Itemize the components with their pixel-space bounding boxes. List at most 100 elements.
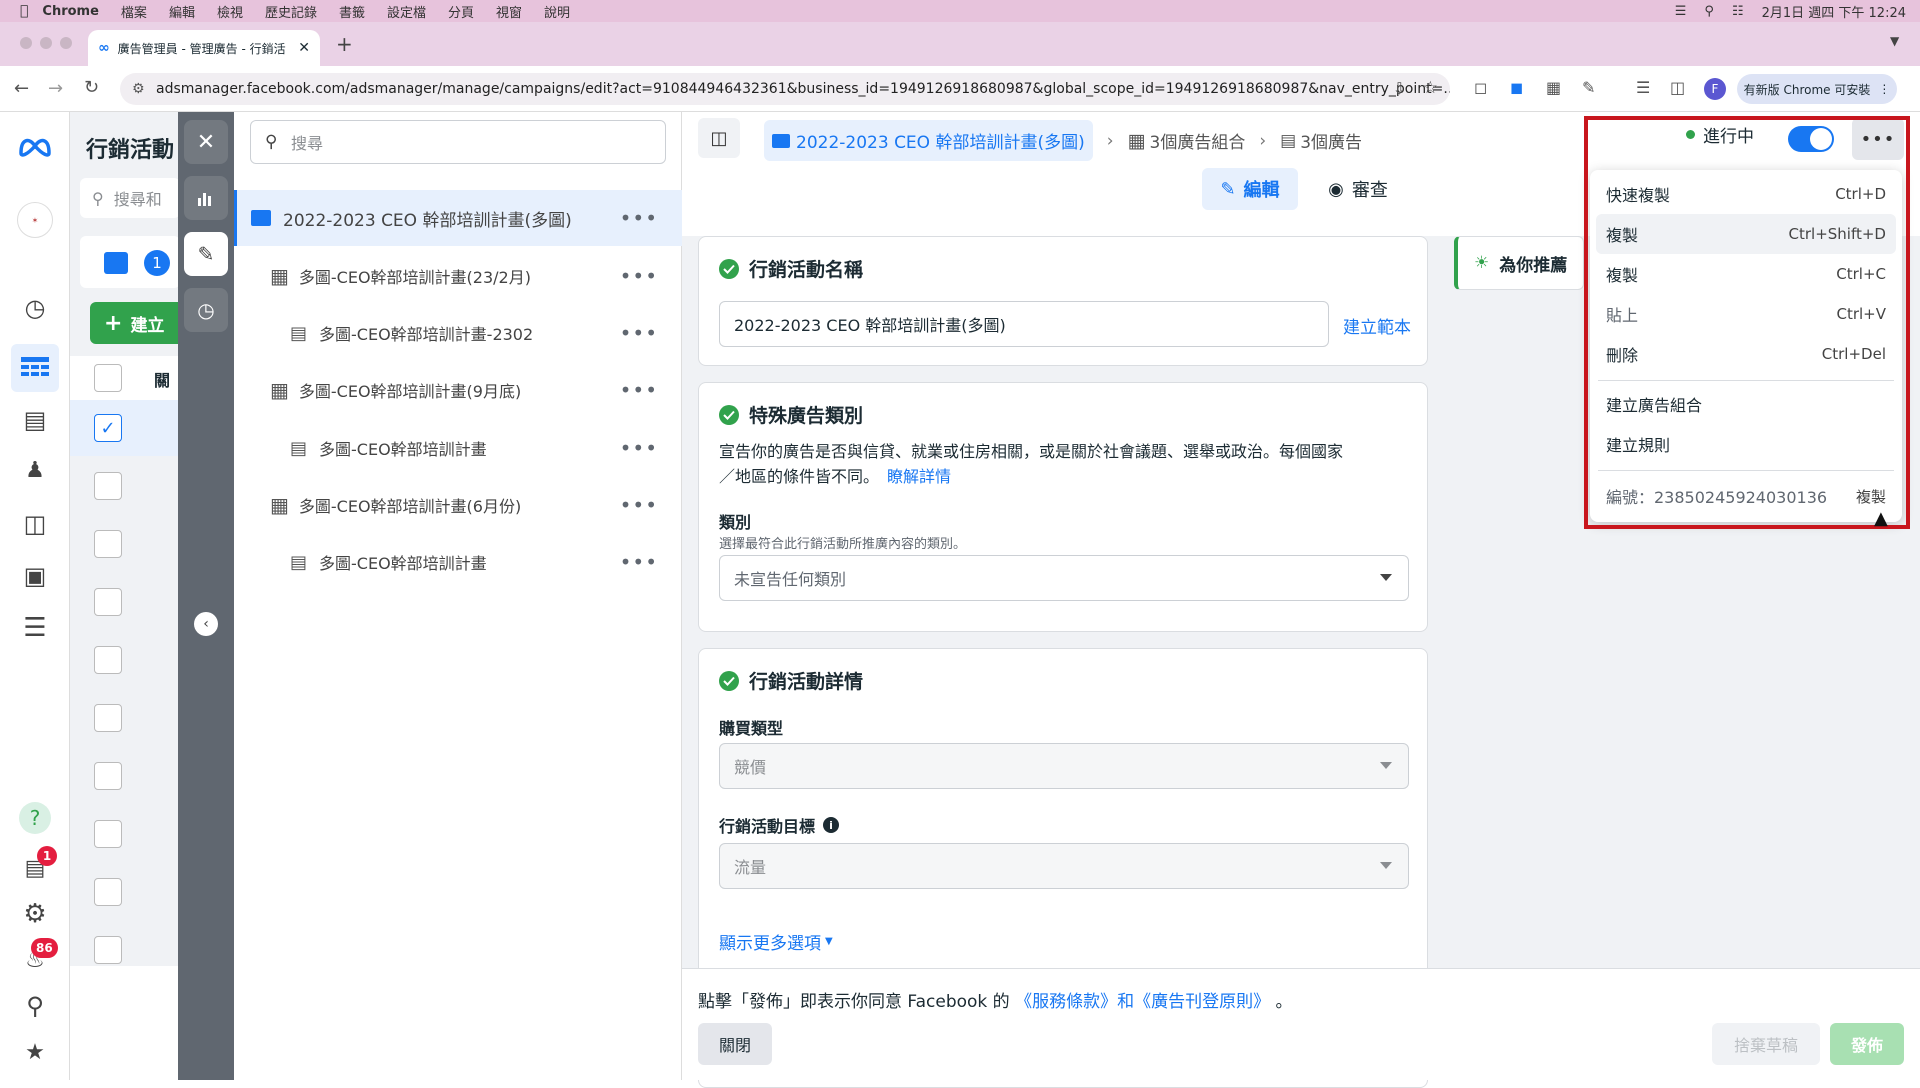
more-icon[interactable]: ••• [620,321,658,345]
bookmark-star-icon[interactable]: ☆ [1423,78,1438,98]
creative-icon[interactable]: ▣ [17,558,53,594]
menu-app[interactable]: Chrome [42,4,99,19]
more-icon[interactable]: ••• [620,436,658,460]
new-tab-icon[interactable]: + [336,32,353,56]
billing-icon[interactable]: ◫ [17,506,53,542]
select-all-checkbox[interactable] [94,364,122,392]
menu-help[interactable]: 說明 [544,2,570,21]
extension-icon-3[interactable]: ▦ [1546,78,1561,97]
search-rail-icon[interactable]: ⚲ [17,988,53,1024]
back-icon[interactable]: ← [14,78,29,99]
row-checkbox[interactable] [94,762,122,790]
discard-draft-button[interactable]: 捨棄草稿 [1712,1023,1820,1065]
campaigns-table-icon[interactable] [11,344,59,392]
more-icon[interactable]: ••• [620,550,658,574]
breadcrumb-ads[interactable]: ▤ 3個廣告 [1280,128,1362,154]
reload-icon[interactable]: ↻ [84,77,99,98]
review-mode-button[interactable]: ◉ 審查 [1308,168,1408,210]
profile-avatar[interactable]: F [1704,78,1726,100]
row-checkbox[interactable] [94,820,122,848]
recommendation-card[interactable]: ☀ 為你推薦 [1454,236,1584,290]
extensions-icon[interactable]: ✎ [1582,78,1595,97]
close-button[interactable]: 關閉 [698,1023,772,1065]
bug-report-icon[interactable]: ★ [17,1034,53,1070]
minimize-window-button[interactable] [40,37,52,49]
more-icon[interactable]: ••• [620,493,658,517]
notifications-icon[interactable]: ♨ 86 [17,938,58,978]
tree-item-ad[interactable]: ▤ 多圖-CEO幹部培訓計畫-2302 ••• [234,305,682,361]
create-button[interactable]: + 建立 [90,302,190,344]
charts-icon[interactable] [184,176,228,220]
show-more-options-link[interactable]: 顯示更多選項 ▼ [719,929,833,954]
more-icon[interactable]: ••• [620,206,658,230]
create-template-link[interactable]: 建立範本 [1343,313,1411,338]
menu-profiles[interactable]: 設定檔 [387,2,426,21]
zoom-window-button[interactable] [60,37,72,49]
close-editor-button[interactable]: ✕ [184,120,228,164]
more-icon[interactable]: ••• [620,378,658,402]
row-checkbox[interactable] [94,878,122,906]
toggle-sidebar-button[interactable]: ◫ [698,118,740,158]
row-checkbox[interactable] [94,472,122,500]
news-icon[interactable]: ▤ 1 [17,846,57,886]
tab-ads-manager[interactable]: ∞ 廣告管理員 - 管理廣告 - 行銷活 ✕ [88,30,320,66]
breadcrumb-campaign[interactable]: 2022-2023 CEO 幹部培訓計畫(多圖) [764,120,1093,161]
audiences-icon[interactable]: ♟ [17,452,53,488]
learn-more-link[interactable]: 瞭解詳情 [887,467,951,486]
apple-icon[interactable]:  [20,3,28,19]
dashboard-icon[interactable]: ◷ [17,290,53,326]
side-panel-icon[interactable]: ◫ [1670,78,1685,97]
tree-search-input[interactable]: ⚲ 搜尋 [250,120,666,164]
clock[interactable]: 2月1日 週四 下午 12:24 [1762,2,1906,21]
menu-edit[interactable]: 編輯 [169,2,195,21]
close-tab-icon[interactable]: ✕ [298,40,310,56]
history-clock-icon[interactable]: ◷ [184,288,228,332]
account-avatar[interactable]: ✶ [17,202,53,238]
wifi-icon[interactable]: ☰ [1675,4,1687,19]
all-tools-icon[interactable]: ☰ [17,610,53,646]
publish-button[interactable]: 發佈 [1830,1023,1904,1065]
pages-icon[interactable]: ▤ [17,402,53,438]
menu-history[interactable]: 歷史記錄 [265,2,317,21]
campaigns-tab[interactable]: 1 [80,236,180,288]
meta-logo-icon[interactable] [17,128,53,164]
extension-icon-2[interactable]: ◼ [1510,78,1523,97]
menu-view[interactable]: 檢視 [217,2,243,21]
list-search[interactable]: ⚲ 搜尋和 [80,178,180,218]
row-checkbox[interactable] [94,588,122,616]
address-bar[interactable]: ⚙ adsmanager.facebook.com/adsmanager/man… [120,73,1450,105]
terms-links[interactable]: 《服務條款》和《廣告刊登原則》 [1015,992,1270,1012]
row-checkbox[interactable] [94,936,122,964]
search-icon[interactable]: ⚲ [1704,4,1714,19]
install-icon[interactable]: ⇩ [1393,79,1406,98]
menu-bookmarks[interactable]: 書籤 [339,2,365,21]
close-window-button[interactable] [20,37,32,49]
help-icon[interactable]: ? [17,800,53,836]
row-checkbox[interactable] [94,530,122,558]
collapse-chevron-icon[interactable]: ‹ [194,612,218,636]
update-chrome-button[interactable]: 有新版 Chrome 可安裝 ⋮ [1737,74,1897,104]
tree-item-campaign[interactable]: 2022-2023 CEO 幹部培訓計畫(多圖) ••• [234,190,682,246]
more-icon[interactable]: ••• [620,264,658,288]
tree-item-ad[interactable]: ▤ 多圖-CEO幹部培訓計畫 ••• [234,420,682,476]
breadcrumb-adsets[interactable]: ▦ 3個廣告組合 [1128,128,1246,154]
tree-item-adset[interactable]: ▦ 多圖-CEO幹部培訓計畫(6月份) ••• [234,477,682,533]
reading-list-icon[interactable]: ☰ [1636,78,1650,97]
edit-mode-button[interactable]: ✎ 編輯 [1202,168,1298,210]
tab-search-icon[interactable]: ▼ [1890,34,1899,48]
row-checkbox[interactable] [94,704,122,732]
site-info-icon[interactable]: ⚙ [132,81,145,97]
menu-file[interactable]: 檔案 [121,2,147,21]
row-checkbox[interactable] [94,646,122,674]
forward-icon[interactable]: → [48,78,63,99]
info-icon[interactable]: i [823,817,840,833]
tree-item-adset[interactable]: ▦ 多圖-CEO幹部培訓計畫(9月底) ••• [234,362,682,418]
tree-item-adset[interactable]: ▦ 多圖-CEO幹部培訓計畫(23/2月) ••• [234,248,682,304]
extension-icon-1[interactable]: ◻ [1474,78,1487,97]
edit-pencil-icon[interactable]: ✎ [184,232,228,276]
campaign-name-input[interactable]: 2022-2023 CEO 幹部培訓計畫(多圖) [719,301,1329,347]
row-checkbox-checked[interactable]: ✓ [94,414,122,442]
menu-tab[interactable]: 分頁 [448,2,474,21]
menu-window[interactable]: 視窗 [496,2,522,21]
tree-item-ad[interactable]: ▤ 多圖-CEO幹部培訓計畫 ••• [234,534,682,590]
